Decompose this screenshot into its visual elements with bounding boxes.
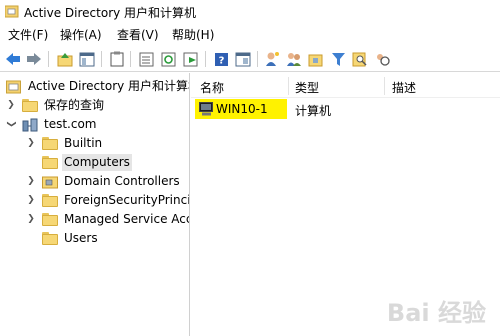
tree-item-computers[interactable]: Computers — [26, 153, 132, 172]
list-item[interactable]: WIN10-1 计算机 — [191, 99, 500, 119]
tree-root[interactable]: Active Directory 用户和计算机 — [6, 77, 190, 96]
toolbar-separator — [130, 51, 131, 67]
folder-icon — [42, 194, 58, 207]
menu-action[interactable]: 操作(A) — [58, 26, 104, 43]
tree-label: Computers — [62, 154, 132, 171]
menu-help[interactable]: 帮助(H) — [170, 26, 216, 43]
computer-name: WIN10-1 — [216, 102, 268, 116]
ou-folder-icon — [42, 176, 58, 188]
add-user-icon[interactable] — [263, 50, 281, 68]
tree-item-saved-queries[interactable]: ❯ 保存的查询 — [6, 96, 106, 115]
domain-icon — [22, 118, 38, 131]
column-header-name[interactable]: 名称 — [200, 79, 224, 96]
chevron-right-icon[interactable]: ❯ — [26, 214, 36, 224]
help-icon[interactable]: ? — [212, 50, 230, 68]
svg-text:?: ? — [218, 55, 224, 66]
menu-view[interactable]: 查看(V) — [115, 26, 161, 43]
console-tree-icon[interactable] — [78, 50, 96, 68]
tree-label: test.com — [44, 117, 97, 131]
column-header-description[interactable]: 描述 — [392, 79, 416, 96]
column-divider[interactable] — [384, 77, 385, 95]
properties-icon[interactable] — [182, 50, 200, 68]
add-group-icon[interactable] — [285, 50, 303, 68]
toolbar-separator — [48, 51, 49, 67]
tree-label: Managed Service Acco — [64, 212, 190, 226]
header-divider — [191, 97, 500, 98]
tree-item-domain-controllers[interactable]: ❯ Domain Controllers — [26, 172, 182, 191]
folder-icon — [42, 213, 58, 226]
active-directory-icon — [6, 80, 21, 93]
column-header-type[interactable]: 类型 — [295, 79, 319, 96]
back-arrow-icon[interactable] — [4, 50, 22, 68]
chevron-down-icon[interactable]: ❯ — [6, 119, 16, 129]
tree-label: Users — [64, 231, 98, 245]
toolbar-separator — [257, 51, 258, 67]
tree-item-builtin[interactable]: ❯ Builtin — [26, 134, 104, 153]
tree-item-foreign-security-principals[interactable]: ❯ ForeignSecurityPrincipa — [26, 191, 189, 210]
toolbar: ? — [0, 46, 500, 72]
clipboard-icon[interactable] — [108, 50, 126, 68]
menu-file[interactable]: 文件(F) — [6, 26, 50, 43]
add-ou-icon[interactable] — [307, 50, 325, 68]
forward-arrow-icon[interactable] — [25, 50, 43, 68]
up-folder-icon[interactable] — [56, 50, 74, 68]
tree-label: 保存的查询 — [44, 98, 105, 112]
active-directory-icon — [5, 5, 19, 18]
computer-icon — [199, 102, 213, 116]
chevron-right-icon[interactable]: ❯ — [6, 100, 16, 110]
chevron-right-icon[interactable]: ❯ — [26, 176, 36, 186]
tree-label: Active Directory 用户和计算机 — [28, 79, 190, 93]
tree-label: Builtin — [64, 136, 103, 150]
folder-icon — [42, 232, 58, 245]
tree-label: Domain Controllers — [64, 174, 180, 188]
folder-icon — [42, 156, 58, 169]
console-pane-icon[interactable] — [234, 50, 252, 68]
folder-icon — [22, 99, 38, 112]
toolbar-separator — [205, 51, 206, 67]
add-to-group-icon[interactable] — [373, 50, 391, 68]
title-bar: Active Directory 用户和计算机 — [0, 0, 500, 23]
computer-type: 计算机 — [295, 104, 332, 118]
menu-bar: 文件(F) 操作(A) 查看(V) 帮助(H) — [0, 24, 500, 44]
tree-item-users[interactable]: Users — [26, 229, 100, 248]
folder-icon — [42, 137, 58, 150]
tree-item-managed-service-accounts[interactable]: ❯ Managed Service Acco — [26, 210, 190, 229]
tree-item-domain[interactable]: ❯ test.com — [6, 115, 99, 134]
console-tree: Active Directory 用户和计算机 ❯ 保存的查询 ❯ test.c… — [0, 73, 190, 336]
chevron-right-icon[interactable]: ❯ — [26, 195, 36, 205]
column-divider[interactable] — [288, 77, 289, 95]
tree-label: ForeignSecurityPrincipa — [64, 193, 189, 207]
toolbar-separator — [101, 51, 102, 67]
find-icon[interactable] — [351, 50, 369, 68]
chevron-right-icon[interactable]: ❯ — [26, 138, 36, 148]
filter-icon[interactable] — [329, 50, 347, 68]
refresh-icon[interactable] — [160, 50, 178, 68]
window-title: Active Directory 用户和计算机 — [24, 6, 197, 20]
watermark: Bai 经验 — [386, 299, 486, 327]
export-list-icon[interactable] — [138, 50, 156, 68]
